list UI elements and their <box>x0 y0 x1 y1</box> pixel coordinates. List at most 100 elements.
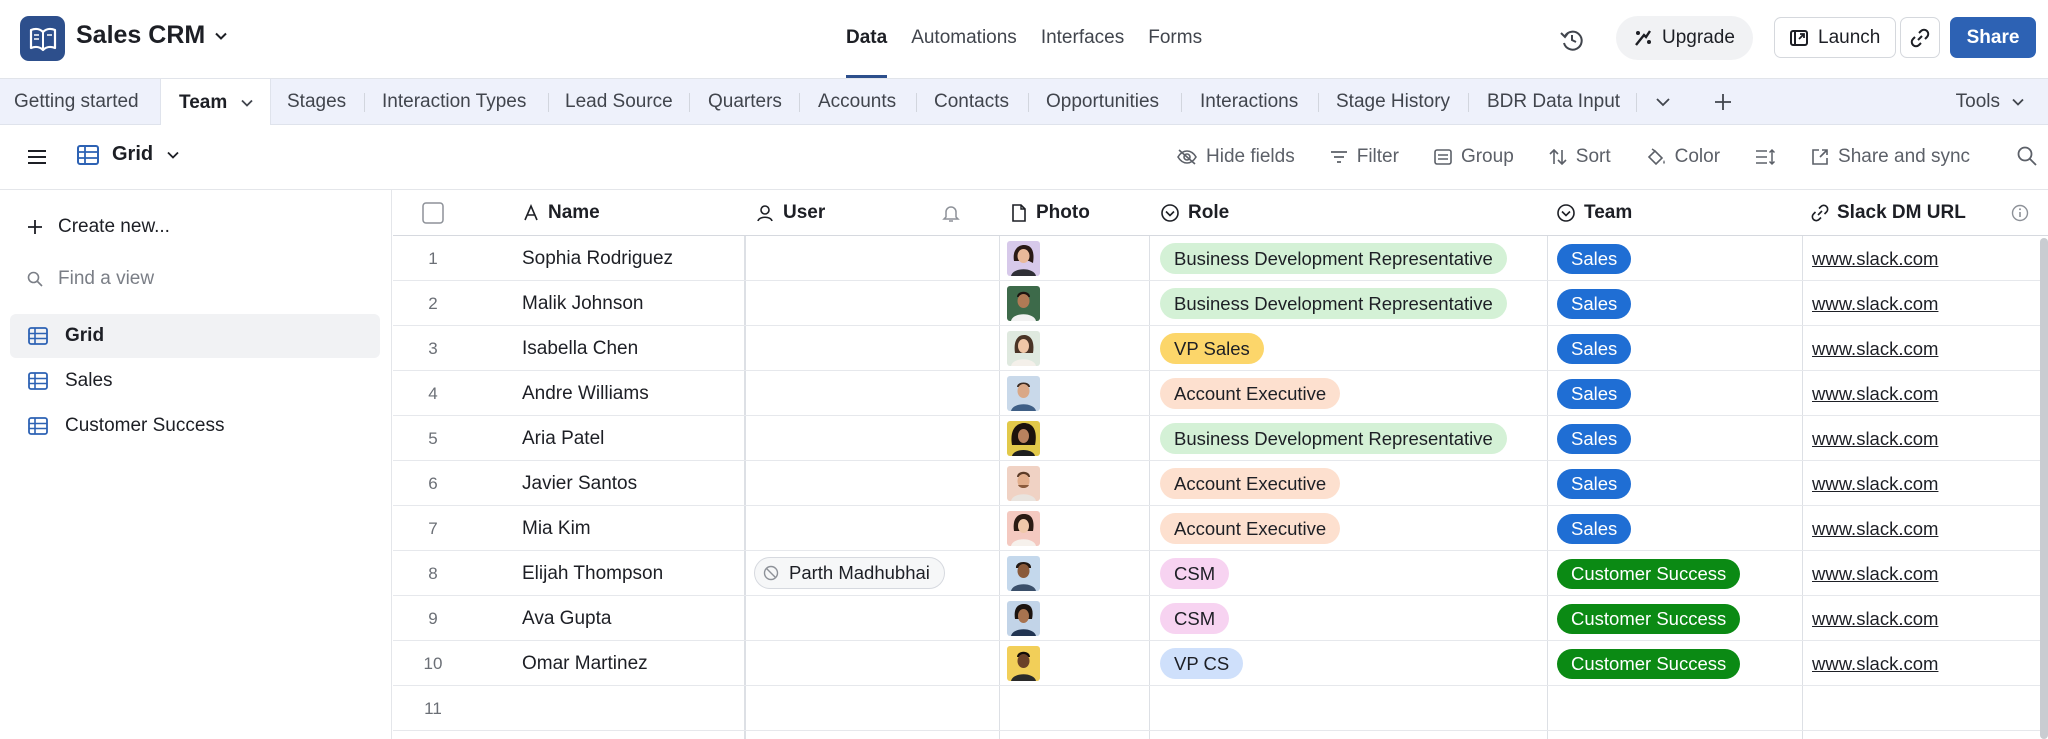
role-pill[interactable]: Business Development Representative <box>1160 243 1507 274</box>
tab-accounts[interactable]: Accounts <box>818 79 896 125</box>
cell-name[interactable]: Isabella Chen <box>522 326 638 371</box>
hamburger-icon[interactable] <box>26 147 48 167</box>
column-header-team[interactable]: Team <box>1556 190 1632 236</box>
tab-stages[interactable]: Stages <box>287 79 346 125</box>
cell-name[interactable]: Ava Gupta <box>522 596 611 641</box>
hide-fields-button[interactable]: Hide fields <box>1176 146 1295 168</box>
column-header-slack-dm-url[interactable]: Slack DM URL <box>1811 190 1966 236</box>
select-all-checkbox[interactable] <box>422 190 444 236</box>
cell-name[interactable]: Sophia Rodriguez <box>522 236 673 281</box>
avatar[interactable] <box>1007 331 1040 366</box>
nav-forms[interactable]: Forms <box>1148 0 1202 78</box>
slack-url-link[interactable]: www.slack.com <box>1812 326 1938 371</box>
tools-menu[interactable]: Tools <box>1956 79 2026 125</box>
slack-url-link[interactable]: www.slack.com <box>1812 506 1938 551</box>
cell-name[interactable]: Malik Johnson <box>522 281 643 326</box>
slack-url-link[interactable]: www.slack.com <box>1812 416 1938 461</box>
table-row[interactable]: 3 Isabella Chen VP Sales Sales www.slack… <box>393 326 2048 371</box>
cell-name[interactable]: Elijah Thompson <box>522 551 663 596</box>
role-pill[interactable]: Account Executive <box>1160 513 1341 544</box>
tab-team[interactable]: Team <box>160 79 271 126</box>
more-tables-chevron-icon[interactable] <box>1654 94 1672 110</box>
table-row[interactable]: 5 Aria Patel Business Development Repres… <box>393 416 2048 461</box>
nav-automations[interactable]: Automations <box>911 0 1017 78</box>
slack-url-link[interactable]: www.slack.com <box>1812 641 1938 686</box>
cell-name[interactable]: Andre Williams <box>522 371 649 416</box>
avatar[interactable] <box>1007 556 1040 591</box>
group-button[interactable]: Group <box>1433 146 1514 168</box>
team-pill[interactable]: Sales <box>1557 514 1632 544</box>
role-pill[interactable]: Account Executive <box>1160 468 1341 499</box>
table-row[interactable]: 8 Elijah Thompson Parth Madhubhai CSM Cu… <box>393 551 2048 596</box>
table-row[interactable]: 2 Malik Johnson Business Development Rep… <box>393 281 2048 326</box>
table-row[interactable]: 7 Mia Kim Account Executive Sales www.sl… <box>393 506 2048 551</box>
nav-data[interactable]: Data <box>846 0 888 78</box>
column-header-name[interactable]: Name <box>522 190 600 236</box>
role-pill[interactable]: CSM <box>1160 603 1230 634</box>
bell-icon[interactable] <box>941 190 961 236</box>
team-pill[interactable]: Sales <box>1557 379 1632 409</box>
tab-stage-history[interactable]: Stage History <box>1336 79 1450 125</box>
role-pill[interactable]: Business Development Representative <box>1160 423 1507 454</box>
tab-lead-source[interactable]: Lead Source <box>565 79 673 125</box>
upgrade-button[interactable]: Upgrade <box>1616 16 1753 60</box>
user-chip[interactable]: Parth Madhubhai <box>754 557 945 589</box>
role-pill[interactable]: VP CS <box>1160 648 1244 679</box>
tab-getting-started[interactable]: Getting started <box>14 79 139 125</box>
create-new-view-button[interactable]: Create new... <box>26 216 170 238</box>
sidebar-view-customer-success[interactable]: Customer Success <box>10 404 380 448</box>
table-row[interactable]: 6 Javier Santos Account Executive Sales … <box>393 461 2048 506</box>
add-table-plus-icon[interactable] <box>1713 92 1733 112</box>
slack-url-link[interactable]: www.slack.com <box>1812 551 1938 596</box>
cell-name[interactable]: Aria Patel <box>522 416 604 461</box>
history-icon[interactable] <box>1556 24 1588 56</box>
launch-button[interactable]: Launch <box>1774 17 1896 58</box>
slack-url-link[interactable]: www.slack.com <box>1812 236 1938 281</box>
team-pill[interactable]: Customer Success <box>1557 559 1741 589</box>
table-row[interactable]: 10 Omar Martinez VP CS Customer Success … <box>393 641 2048 686</box>
slack-url-link[interactable]: www.slack.com <box>1812 461 1938 506</box>
team-pill[interactable]: Customer Success <box>1557 649 1741 679</box>
share-button[interactable]: Share <box>1950 17 2036 58</box>
tab-contacts[interactable]: Contacts <box>934 79 1009 125</box>
chevron-down-icon[interactable] <box>239 95 255 111</box>
info-icon[interactable] <box>2011 190 2029 236</box>
sidebar-view-sales[interactable]: Sales <box>10 359 380 403</box>
team-pill[interactable]: Sales <box>1557 244 1632 274</box>
avatar[interactable] <box>1007 421 1040 456</box>
tab-bdr-data-input[interactable]: BDR Data Input <box>1487 79 1620 125</box>
tab-interaction-types[interactable]: Interaction Types <box>382 79 526 125</box>
table-row[interactable]: 4 Andre Williams Account Executive Sales… <box>393 371 2048 416</box>
slack-url-link[interactable]: www.slack.com <box>1812 281 1938 326</box>
view-switcher[interactable]: Grid <box>76 143 181 166</box>
search-icon[interactable] <box>2016 145 2038 167</box>
base-title[interactable]: Sales CRM <box>76 21 229 50</box>
team-pill[interactable]: Sales <box>1557 424 1632 454</box>
role-pill[interactable]: VP Sales <box>1160 333 1264 364</box>
sidebar-view-grid[interactable]: Grid <box>10 314 380 358</box>
sort-button[interactable]: Sort <box>1548 146 1611 168</box>
vertical-scrollbar[interactable] <box>2040 238 2048 739</box>
column-header-role[interactable]: Role <box>1160 190 1229 236</box>
avatar[interactable] <box>1007 286 1040 321</box>
row-height-icon[interactable] <box>1754 148 1776 166</box>
cell-name[interactable]: Omar Martinez <box>522 641 648 686</box>
avatar[interactable] <box>1007 646 1040 681</box>
avatar[interactable] <box>1007 601 1040 636</box>
table-row[interactable]: 11 <box>393 686 2048 731</box>
cell-name[interactable]: Mia Kim <box>522 506 591 551</box>
team-pill[interactable]: Customer Success <box>1557 604 1741 634</box>
filter-button[interactable]: Filter <box>1329 146 1399 168</box>
team-pill[interactable]: Sales <box>1557 289 1632 319</box>
role-pill[interactable]: Account Executive <box>1160 378 1341 409</box>
tab-quarters[interactable]: Quarters <box>708 79 782 125</box>
tab-opportunities[interactable]: Opportunities <box>1046 79 1159 125</box>
avatar[interactable] <box>1007 511 1040 546</box>
share-and-sync-button[interactable]: Share and sync <box>1810 146 1970 168</box>
find-view-input[interactable]: Find a view <box>26 268 154 290</box>
avatar[interactable] <box>1007 466 1040 501</box>
role-pill[interactable]: Business Development Representative <box>1160 288 1507 319</box>
avatar[interactable] <box>1007 241 1040 276</box>
avatar[interactable] <box>1007 376 1040 411</box>
slack-url-link[interactable]: www.slack.com <box>1812 371 1938 416</box>
